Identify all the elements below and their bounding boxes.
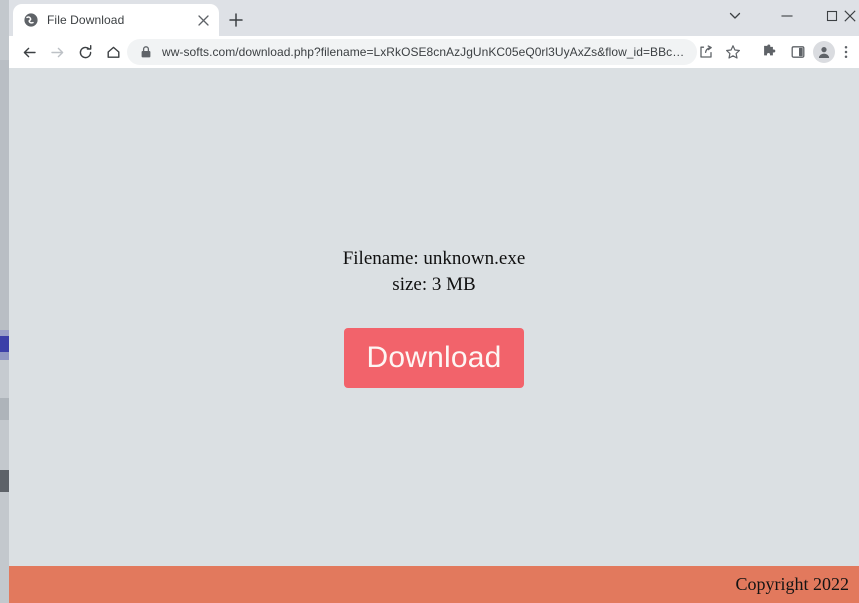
close-icon[interactable] (192, 9, 214, 31)
home-icon[interactable] (99, 38, 127, 66)
close-window-button[interactable] (827, 0, 859, 31)
chrome-menu-icon[interactable] (832, 38, 859, 66)
file-info: Filename: unknown.exe size: 3 MB (343, 246, 526, 296)
forward-button (43, 38, 71, 66)
tab-strip: File Download (9, 0, 859, 36)
globe-icon (23, 12, 39, 28)
page-footer: Copyright 2022 (9, 566, 859, 603)
filename-line: Filename: unknown.exe (342, 248, 526, 270)
browser-tab-file-download[interactable]: File Download (13, 4, 219, 36)
reload-icon[interactable] (71, 38, 99, 66)
address-bar[interactable]: ww-softs.com/download.php?filename=LxRkO… (127, 39, 697, 65)
download-panel: Filename: unknown.exe size: 3 MB Downloa… (9, 68, 859, 566)
minimize-button[interactable] (764, 0, 809, 31)
new-tab-button[interactable] (223, 7, 249, 33)
lock-icon[interactable] (138, 44, 154, 60)
browser-window: File Download ww-softs.com/download.php?… (9, 0, 859, 603)
url-text[interactable]: ww-softs.com/download.php?filename=LxRkO… (162, 45, 697, 59)
desktop-background-strip (0, 0, 9, 603)
bookmark-star-icon[interactable] (719, 38, 747, 66)
back-button[interactable] (15, 38, 43, 66)
tab-search-button[interactable] (712, 0, 757, 31)
page-viewport: Filename: unknown.exe size: 3 MB Downloa… (9, 68, 859, 603)
browser-toolbar: ww-softs.com/download.php?filename=LxRkO… (9, 36, 859, 68)
copyright-text: Copyright 2022 (735, 574, 849, 594)
side-panel-icon[interactable] (784, 38, 812, 66)
extensions-puzzle-icon[interactable] (755, 38, 783, 66)
share-icon[interactable] (692, 38, 720, 66)
filesize-line: size: 3 MB (392, 273, 476, 295)
tab-title: File Download (47, 13, 125, 27)
download-button[interactable]: Download (344, 327, 524, 388)
